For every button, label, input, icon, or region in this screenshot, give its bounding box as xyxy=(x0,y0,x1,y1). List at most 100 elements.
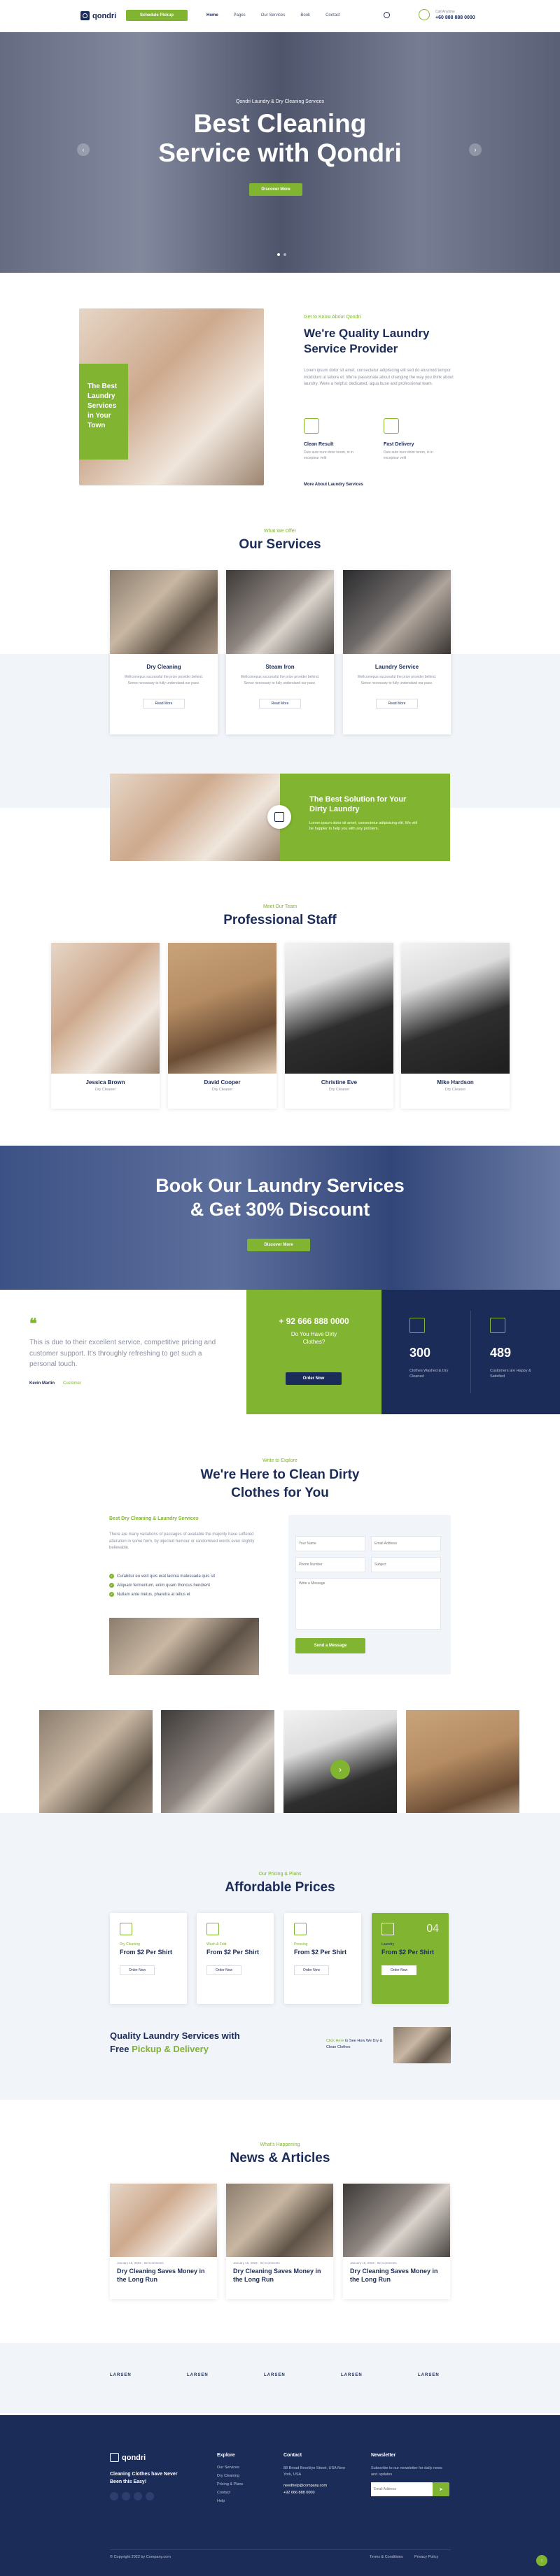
news-title[interactable]: Dry Cleaning Saves Money in the Long Run xyxy=(110,2265,217,2286)
hero-dots[interactable] xyxy=(277,253,286,256)
explore-links: Our Services Dry Cleaning Pricing & Plan… xyxy=(217,2461,243,2503)
footer-link[interactable]: Contact xyxy=(217,2491,243,2495)
service-name: Steam Iron xyxy=(265,664,295,670)
footer-link[interactable]: Dry Cleaning xyxy=(217,2474,243,2478)
news-card[interactable]: January 16, 2022 · 02 Comments Dry Clean… xyxy=(226,2184,333,2299)
iron-icon xyxy=(294,1923,307,1935)
staff-photo xyxy=(401,943,510,1074)
newsletter-submit-button[interactable]: ➤ xyxy=(433,2482,449,2496)
footer-logo[interactable]: qondri xyxy=(110,2453,146,2462)
service-desc: Wellcomepus successful the prize provide… xyxy=(124,675,204,685)
feature1-text: Duis aute irure dolor lorem, in in excep… xyxy=(304,450,354,460)
plan-price: From $2 Per Shirt xyxy=(206,1949,260,1956)
nav-contact[interactable]: Contact xyxy=(326,13,340,17)
testimonial-quote: This is due to their excellent service, … xyxy=(29,1339,216,1368)
phone-input[interactable] xyxy=(295,1557,365,1572)
contact-title-line2: Clothes for You xyxy=(231,1486,329,1500)
contact-subtitle: Best Dry Cleaning & Laundry Services xyxy=(109,1516,199,1521)
footer-link[interactable]: Our Services xyxy=(217,2465,243,2470)
send-message-button[interactable]: Send a Message xyxy=(295,1638,365,1653)
click-here-link[interactable]: Click Here xyxy=(326,2039,344,2043)
cta-phone[interactable]: + 92 666 888 0000 xyxy=(246,1316,382,1326)
list-item: ✓ Aliquam fermentum, enim quam thoncus he… xyxy=(109,1583,211,1588)
cta-text: Do You Have Dirty Clothes? xyxy=(290,1331,337,1346)
news-card[interactable]: January 16, 2022 · 02 Comments Dry Clean… xyxy=(343,2184,450,2299)
plan-price: From $2 Per Shirt xyxy=(120,1949,173,1956)
stat-label: Customers are Happy & Satisfied xyxy=(490,1369,531,1379)
pinterest-icon[interactable] xyxy=(134,2492,142,2500)
service-image xyxy=(110,570,218,654)
partner-logo: LARSEN xyxy=(341,2373,363,2377)
footer-link[interactable]: Help xyxy=(217,2499,243,2503)
staff-role: Dry Cleaner xyxy=(328,1088,350,1092)
facebook-icon[interactable] xyxy=(122,2492,130,2500)
nav-home[interactable]: Home xyxy=(206,13,218,17)
email-input[interactable] xyxy=(371,1536,441,1551)
discount-button[interactable]: Discover More xyxy=(247,1239,310,1251)
partner-logo: LARSEN xyxy=(264,2373,286,2377)
shirt-icon xyxy=(120,1923,132,1935)
news-title[interactable]: Dry Cleaning Saves Money in the Long Run xyxy=(343,2265,450,2286)
pricing-banner-image xyxy=(393,2027,451,2063)
staff-name: Christine Eve xyxy=(321,1079,358,1086)
order-button[interactable]: Order Now xyxy=(206,1965,241,1975)
check-icon: ✓ xyxy=(109,1583,114,1588)
footer-link[interactable]: Pricing & Plans xyxy=(217,2482,243,2486)
stats-box: 300 Clothes Washed & Dry Cleaned 489 Cus… xyxy=(382,1290,560,1414)
scroll-top-button[interactable]: ↑ xyxy=(536,2555,547,2566)
discount-title-line2: & Get 30% Discount xyxy=(190,1199,370,1220)
about-link[interactable]: More About Laundry Services xyxy=(304,483,363,487)
staff-role: Dry Cleaner xyxy=(94,1088,116,1092)
privacy-link[interactable]: Privacy Policy xyxy=(414,2555,438,2559)
about-kicker: Get to Know About Qondri xyxy=(304,315,361,320)
order-button[interactable]: Order Now xyxy=(294,1965,329,1975)
logo[interactable]: qondri xyxy=(80,11,116,20)
staff-card: David Cooper Dry Cleaner xyxy=(168,943,276,1109)
newsletter-email-input[interactable] xyxy=(371,2482,433,2496)
order-button[interactable]: Order Now xyxy=(382,1965,416,1975)
footer-email[interactable]: needhelp@company.com xyxy=(284,2484,327,2488)
feature2-title: Fast Delivery xyxy=(384,442,414,447)
news-card[interactable]: January 16, 2022 · 02 Comments Dry Clean… xyxy=(110,2184,217,2299)
search-icon[interactable] xyxy=(384,12,390,18)
partner-logo: LARSEN xyxy=(110,2373,132,2377)
gallery-next-button[interactable]: › xyxy=(330,1760,350,1779)
header-phone[interactable]: +60 888 888 0000 xyxy=(435,15,475,20)
nav-pages[interactable]: Pages xyxy=(234,13,246,17)
phone-icon xyxy=(419,9,430,20)
message-input[interactable] xyxy=(295,1578,441,1630)
discount-title-line1: Book Our Laundry Services xyxy=(155,1175,405,1196)
basket-icon xyxy=(382,1923,394,1935)
twitter-icon[interactable] xyxy=(110,2492,118,2500)
subject-input[interactable] xyxy=(371,1557,441,1572)
nav-services[interactable]: Our Services xyxy=(261,13,286,17)
plan-number: 04 xyxy=(426,1923,439,1935)
service-name: Laundry Service xyxy=(374,664,419,670)
order-button[interactable]: Order Now xyxy=(120,1965,155,1975)
service-read-more[interactable]: Read More xyxy=(259,699,301,709)
news-kicker: What's Happening xyxy=(260,2142,300,2147)
customers-icon xyxy=(490,1318,505,1333)
schedule-pickup-button[interactable]: Schedule Pickup xyxy=(126,10,188,21)
hero-discover-button[interactable]: Discover More xyxy=(249,183,302,196)
main-nav: Home Pages Our Services Book Contact xyxy=(206,13,340,17)
solution-image xyxy=(110,774,280,861)
terms-link[interactable]: Terms & Conditions xyxy=(370,2555,403,2559)
feature1-title: Clean Result xyxy=(304,442,334,447)
nav-book[interactable]: Book xyxy=(300,13,310,17)
news-title[interactable]: Dry Cleaning Saves Money in the Long Run xyxy=(226,2265,333,2286)
brand-name: qondri xyxy=(122,2453,146,2462)
order-now-button[interactable]: Order Now xyxy=(286,1372,342,1385)
hero-next-arrow[interactable]: › xyxy=(469,143,482,156)
hero: Qondri Laundry & Dry Cleaning Services B… xyxy=(0,32,560,273)
service-desc: Wellcomepus successful the prize provide… xyxy=(357,675,437,685)
hero-prev-arrow[interactable]: ‹ xyxy=(77,143,90,156)
service-read-more[interactable]: Read More xyxy=(376,699,418,709)
instagram-icon[interactable] xyxy=(146,2492,154,2500)
footer-tagline: Cleaning Clothes have Never Been this Ea… xyxy=(110,2472,178,2484)
name-input[interactable] xyxy=(295,1536,365,1551)
news-title: News & Articles xyxy=(230,2151,330,2165)
service-read-more[interactable]: Read More xyxy=(143,699,185,709)
solution-text: Lorem ipsum dolor sit amet, consectetur … xyxy=(309,820,417,832)
footer-phone[interactable]: +92 666 888 0000 xyxy=(284,2491,315,2495)
